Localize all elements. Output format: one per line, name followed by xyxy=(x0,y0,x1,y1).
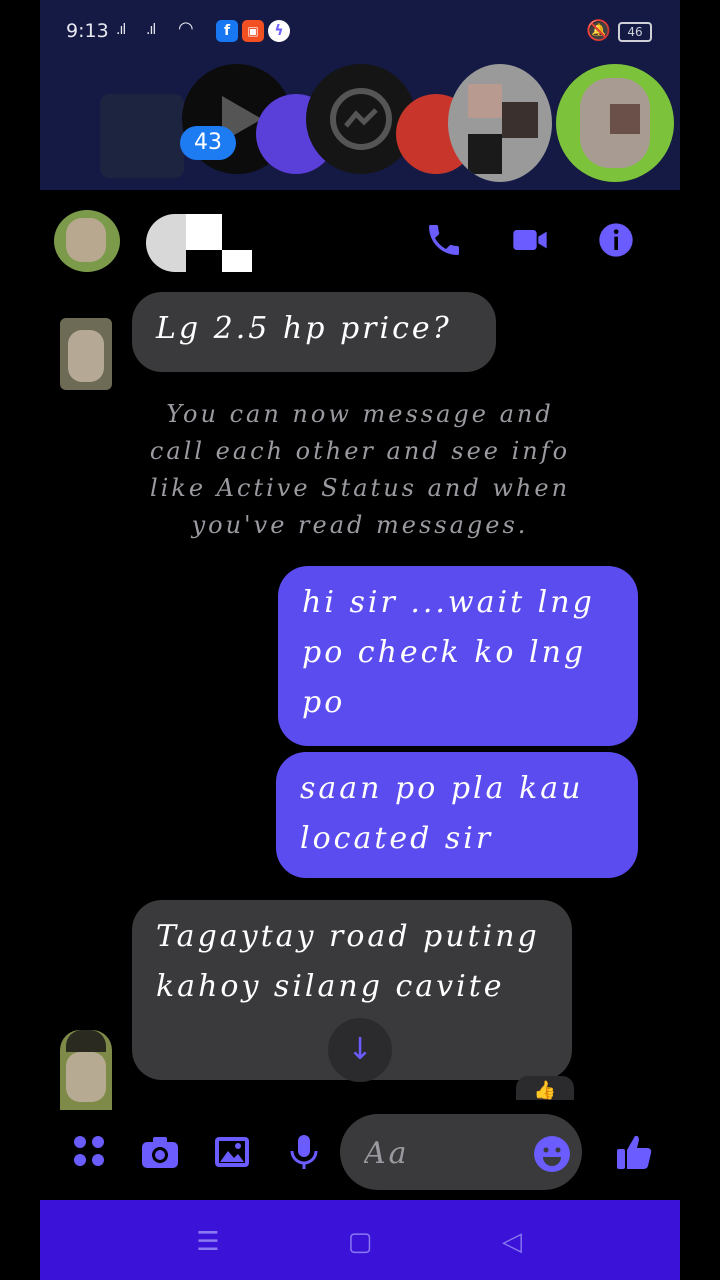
voice-call-icon[interactable] xyxy=(424,220,464,260)
connection-notice: You can now message and call each other … xyxy=(149,400,571,539)
messenger-icon: ϟ xyxy=(268,20,290,42)
clock: 9:13 xyxy=(66,20,109,42)
home-icon[interactable]: ▢ xyxy=(340,1224,380,1260)
system-navigation-bar: ☰ ▢ ◁ xyxy=(40,1200,680,1280)
scroll-to-bottom-button[interactable]: ↓ xyxy=(328,1018,392,1082)
outgoing-message[interactable]: saan po pla kau located sir xyxy=(276,752,638,878)
chat-head-thumbnail[interactable] xyxy=(100,94,184,178)
outgoing-message[interactable]: hi sir ...wait lng po check ko lng po xyxy=(278,566,638,746)
signal-icon: .ıl xyxy=(146,22,156,38)
conversation-header xyxy=(40,190,680,290)
shop-icon: ▣ xyxy=(242,20,264,42)
message-input-box[interactable] xyxy=(340,1114,582,1190)
microphone-icon[interactable] xyxy=(284,1132,324,1172)
signal-icon: .ıl xyxy=(116,22,126,38)
message-input[interactable] xyxy=(362,1130,516,1176)
wifi-icon: ◠ xyxy=(178,18,194,39)
more-actions-icon[interactable] xyxy=(70,1132,110,1172)
phone-screen: 9:13 .ıl .ıl ◠ f ▣ ϟ 🔕 46 43 Lg 2.5 hp p… xyxy=(40,0,680,1280)
emoji-icon[interactable] xyxy=(532,1134,572,1174)
contact-chat-head[interactable] xyxy=(448,64,552,182)
like-icon[interactable] xyxy=(614,1132,654,1172)
message-composer xyxy=(40,1110,680,1200)
sender-avatar xyxy=(60,318,112,390)
mute-icon: 🔕 xyxy=(586,18,611,42)
unread-count-badge: 43 xyxy=(180,126,236,160)
menu-icon[interactable]: ☰ xyxy=(188,1224,228,1260)
facebook-icon: f xyxy=(216,20,238,42)
camera-icon[interactable] xyxy=(140,1132,180,1172)
info-icon[interactable] xyxy=(596,220,636,260)
back-icon[interactable]: ◁ xyxy=(492,1224,532,1260)
gallery-icon[interactable] xyxy=(212,1132,252,1172)
like-reaction-icon[interactable]: 👍 xyxy=(516,1076,574,1101)
status-bar: 9:13 .ıl .ıl ◠ f ▣ ϟ 🔕 46 xyxy=(40,0,680,64)
incoming-message[interactable]: Lg 2.5 hp price? xyxy=(132,292,496,372)
sender-avatar xyxy=(60,1030,112,1118)
video-call-icon[interactable] xyxy=(510,220,550,260)
battery-indicator: 46 xyxy=(618,22,652,42)
chat-heads-bar: 43 xyxy=(40,64,680,190)
contact-name-redacted[interactable] xyxy=(146,214,252,272)
contact-avatar[interactable] xyxy=(54,210,120,272)
contact-chat-head[interactable] xyxy=(556,64,674,182)
